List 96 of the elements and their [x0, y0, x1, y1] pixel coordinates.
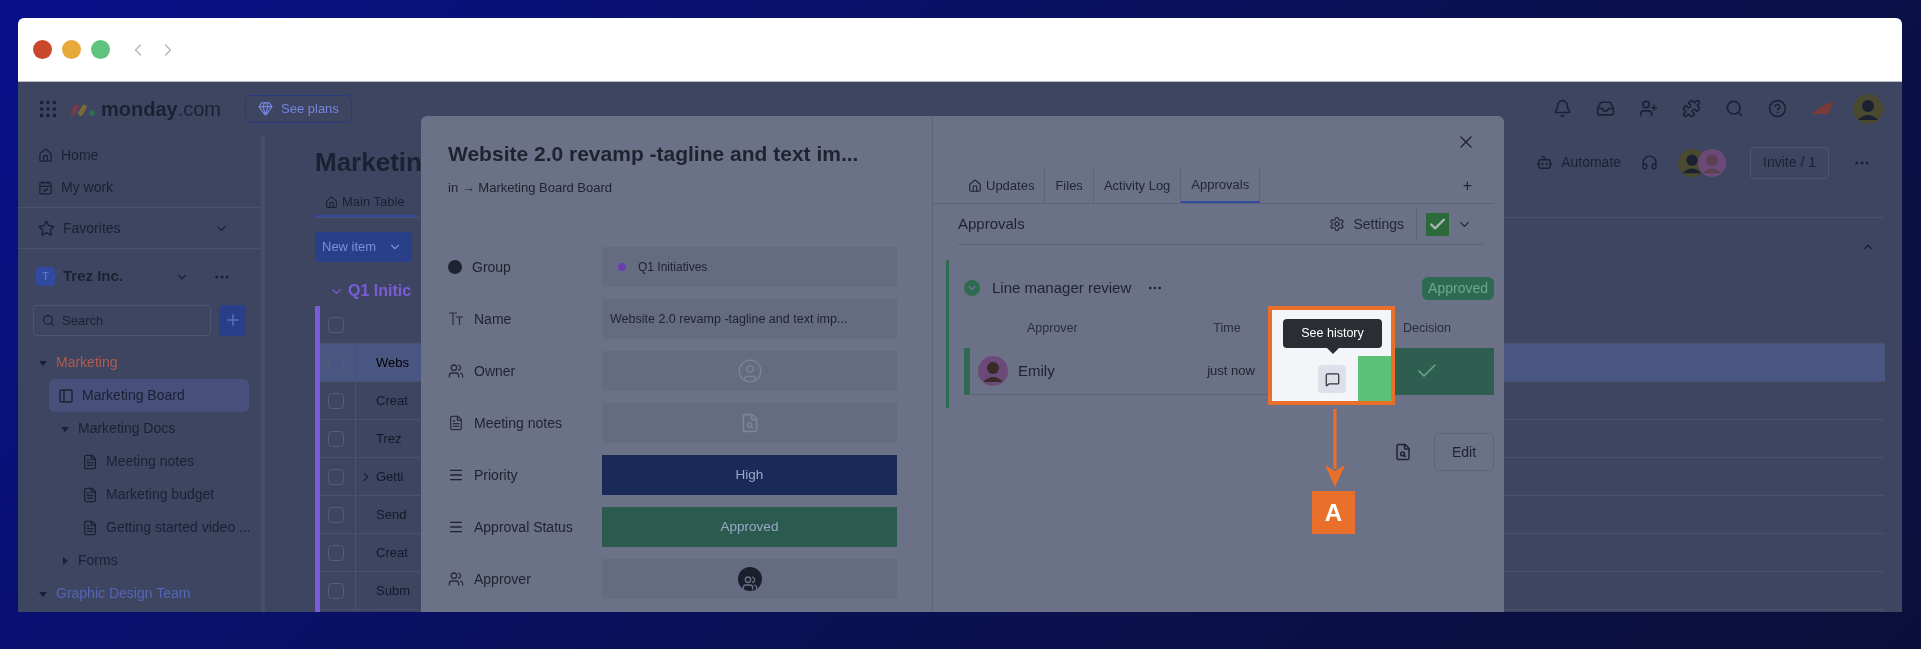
- sidebar-item[interactable]: Marketing Board: [49, 379, 249, 412]
- people-icon: [448, 363, 464, 379]
- field-label: Name: [474, 309, 512, 329]
- item-title: Website 2.0 revamp -tagline and text im...: [448, 141, 860, 167]
- item-name: Creat: [376, 391, 408, 410]
- workspace-badge: T: [36, 267, 55, 286]
- panel-tab[interactable]: Files: [1045, 168, 1094, 203]
- diamond-icon: [258, 101, 274, 116]
- approver-avatar: [978, 356, 1008, 386]
- row-checkbox[interactable]: [328, 582, 344, 599]
- status-badge: Approved: [1422, 276, 1494, 300]
- inbox-icon[interactable]: [1596, 99, 1615, 118]
- calendar-check-icon: [38, 179, 53, 195]
- document-icon: [82, 519, 98, 536]
- field-label: Owner: [474, 361, 516, 381]
- robot-icon: [1536, 154, 1554, 171]
- row-checkbox[interactable]: [328, 544, 344, 561]
- sidebar-item-label: Marketing Board: [82, 386, 185, 405]
- stage-toggle-icon[interactable]: [964, 280, 980, 296]
- sidebar-item[interactable]: Marketing: [18, 346, 249, 379]
- user-avatar: [1853, 93, 1883, 124]
- breadcrumb[interactable]: in → Marketing Board Board: [448, 177, 932, 197]
- item-name: Subm: [376, 581, 410, 600]
- new-item-button[interactable]: New item: [315, 232, 413, 262]
- sidebar-item-label: Marketing: [56, 353, 118, 372]
- item-name: Getti: [376, 467, 404, 486]
- workspace-logo-icon[interactable]: [1811, 101, 1833, 116]
- star-icon: [38, 219, 55, 237]
- invite-people-icon[interactable]: [1639, 99, 1658, 118]
- speech-bubble-icon: [1324, 371, 1340, 387]
- panel-tab[interactable]: Approvals: [1181, 168, 1261, 203]
- history-button[interactable]: [1318, 365, 1346, 393]
- search-icon: [42, 313, 55, 327]
- name-field[interactable]: Website 2.0 revamp -tagline and text imp...: [602, 299, 897, 339]
- lines-icon: [448, 519, 464, 535]
- add-tab-button[interactable]: +: [1462, 168, 1472, 203]
- approved-checkbox[interactable]: [1426, 212, 1449, 236]
- group-name: Q1 Initiatives: [638, 259, 708, 276]
- settings-icon: [1329, 216, 1346, 232]
- sidebar-item[interactable]: Graphic Design Team: [18, 577, 249, 610]
- sidebar-item-label: Graphic Design Team: [56, 584, 191, 603]
- panel-tab[interactable]: Activity Log: [1093, 168, 1182, 203]
- field-label: Approval Status: [474, 517, 573, 537]
- annotation-badge: A: [1312, 491, 1355, 534]
- document-icon[interactable]: [1394, 443, 1412, 461]
- doc-field[interactable]: [602, 403, 897, 443]
- panel-tab[interactable]: Updates: [958, 168, 1046, 203]
- decision-cell: [1358, 356, 1391, 401]
- help-icon[interactable]: [1768, 99, 1787, 118]
- field-label: Approver: [474, 569, 531, 589]
- home-icon: [38, 147, 53, 163]
- column-header: Approver: [1026, 319, 1079, 337]
- tooltip-pointer: [1327, 348, 1339, 354]
- document-icon: [448, 415, 464, 431]
- group-title[interactable]: Q1 Initic: [348, 279, 412, 303]
- approver-name: Emily: [1018, 360, 1056, 381]
- notifications-icon[interactable]: [1553, 99, 1572, 118]
- item-name: Trez: [376, 429, 402, 448]
- headset-icon[interactable]: [1641, 154, 1659, 171]
- field-label: Group: [472, 257, 511, 277]
- field-label: Meeting notes: [474, 413, 562, 433]
- select-all-checkbox[interactable]: [328, 316, 344, 333]
- person-field[interactable]: [602, 559, 897, 599]
- item-name: Webs: [376, 353, 409, 372]
- document-icon: [82, 486, 98, 503]
- puzzle-icon[interactable]: [1682, 99, 1701, 118]
- edit-button[interactable]: Edit: [1434, 433, 1494, 471]
- search-icon[interactable]: [1725, 99, 1744, 118]
- field-label: Priority: [474, 465, 518, 485]
- stage-title: Line manager review: [992, 277, 1132, 298]
- row-checkbox[interactable]: [328, 392, 344, 409]
- home-icon: [968, 178, 982, 193]
- row-checkbox[interactable]: [328, 468, 344, 485]
- group-value[interactable]: Q1 Initiatives: [602, 247, 897, 287]
- board-icon: [58, 387, 74, 404]
- approval-time: just now: [1206, 362, 1256, 381]
- item-name: Send: [376, 505, 407, 524]
- collapsed-triangle-icon[interactable]: [60, 555, 70, 566]
- people-icon: [448, 571, 464, 587]
- person-field[interactable]: [602, 351, 897, 391]
- status-field[interactable]: Approved: [602, 507, 897, 547]
- tooltip: See history: [1283, 319, 1382, 348]
- add-button[interactable]: [219, 304, 246, 336]
- member-avatar: [1698, 148, 1727, 177]
- item-name: Creat: [376, 543, 408, 562]
- row-checkbox[interactable]: [328, 430, 344, 447]
- lines-icon: [448, 467, 464, 483]
- see-plans-button[interactable]: See plans: [245, 94, 352, 123]
- approvals-heading: Approvals: [958, 213, 1026, 234]
- status-field[interactable]: High: [602, 455, 897, 495]
- document-icon: [82, 453, 98, 470]
- text-type-icon: [448, 312, 464, 326]
- settings-button[interactable]: Settings: [1353, 208, 1417, 240]
- column-header: Time: [1212, 319, 1242, 337]
- home-icon: [325, 195, 338, 209]
- row-checkbox[interactable]: [328, 506, 344, 523]
